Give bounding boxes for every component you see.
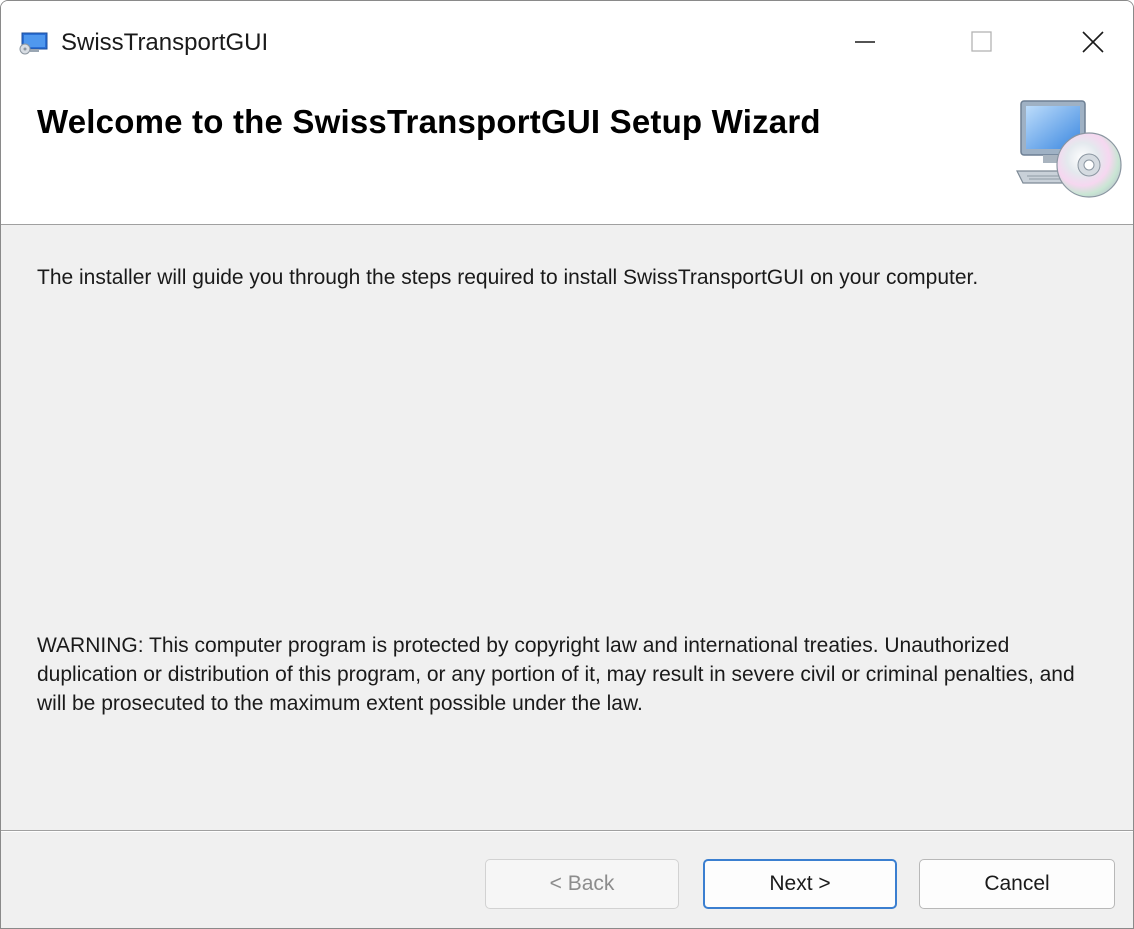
copyright-warning: WARNING: This computer program is protec… — [37, 634, 1075, 715]
cancel-button[interactable]: Cancel — [919, 859, 1115, 909]
close-icon[interactable] — [1057, 19, 1129, 65]
maximize-icon[interactable] — [945, 19, 1017, 65]
back-button[interactable]: < Back — [485, 859, 679, 909]
intro-text: The installer will guide you through the… — [37, 266, 979, 289]
next-button[interactable]: Next > — [703, 859, 897, 909]
minimize-icon[interactable] — [829, 19, 901, 65]
wizard-header: Welcome to the SwissTransportGUI Setup W… — [1, 81, 1133, 225]
computer-cd-icon — [1016, 100, 1122, 198]
footer-separator — [1, 830, 1133, 832]
app-icon — [19, 32, 48, 55]
window-title: SwissTransportGUI — [61, 29, 269, 56]
page-title: Welcome to the SwissTransportGUI Setup W… — [37, 103, 821, 140]
setup-wizard-window: SwissTransportGUI Welcome to the SwissTr… — [0, 0, 1134, 929]
title-bar[interactable]: SwissTransportGUI — [1, 1, 1133, 81]
